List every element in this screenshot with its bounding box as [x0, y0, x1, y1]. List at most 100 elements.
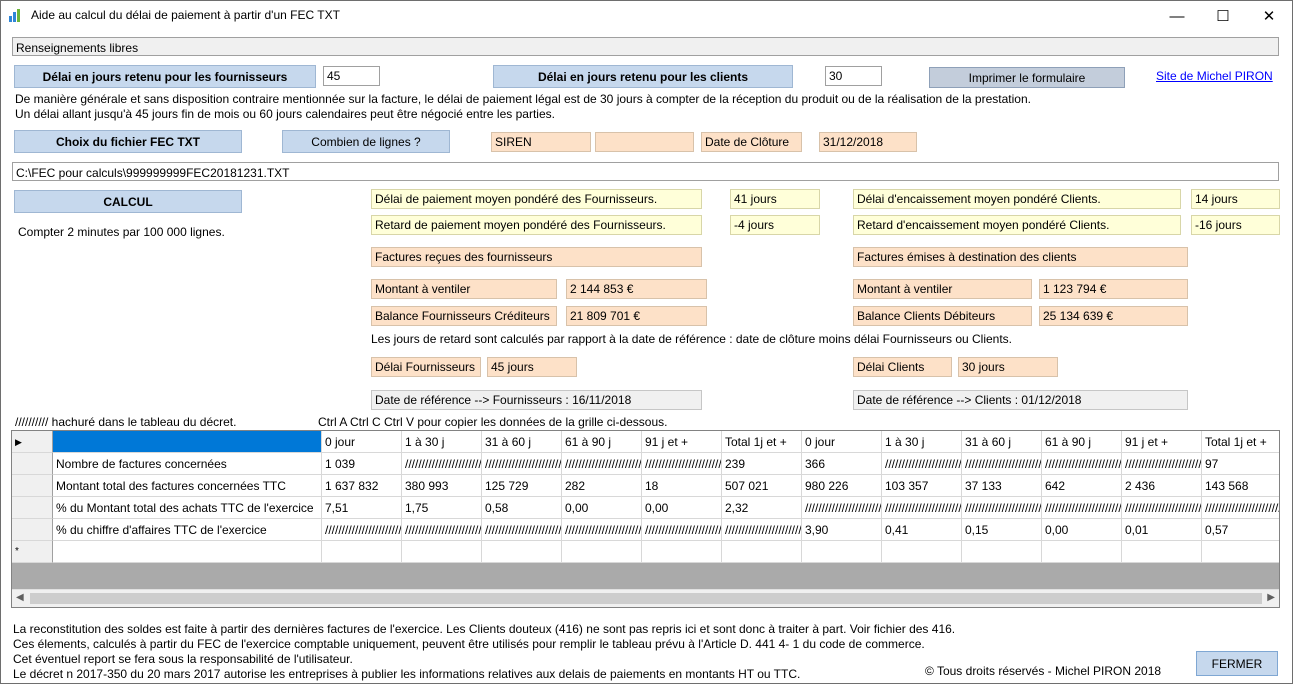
print-form-button[interactable]: Imprimer le formulaire: [929, 67, 1125, 88]
row-header[interactable]: [12, 453, 53, 475]
table-row[interactable]: Montant total des factures concernées TT…: [12, 475, 1279, 497]
table-cell[interactable]: 282: [562, 475, 642, 497]
close-icon[interactable]: ✕: [1246, 1, 1292, 31]
row-label[interactable]: % du Montant total des achats TTC de l'e…: [53, 497, 322, 519]
client-delay-button[interactable]: Délai en jours retenu pour les clients: [493, 65, 793, 88]
table-cell[interactable]: ///////////////////////////////: [482, 453, 562, 475]
scroll-right-icon[interactable]: ▶: [1267, 592, 1275, 603]
table-cell[interactable]: [882, 541, 962, 563]
table-cell[interactable]: ///////////////////////////////: [1042, 453, 1122, 475]
table-cell[interactable]: 0,01: [1122, 519, 1202, 541]
minimize-icon[interactable]: —: [1154, 1, 1200, 31]
table-cell[interactable]: [962, 541, 1042, 563]
row-header[interactable]: [12, 475, 53, 497]
scroll-left-icon[interactable]: ◀: [16, 592, 24, 603]
table-cell[interactable]: 1,75: [402, 497, 482, 519]
table-cell[interactable]: 0,57: [1202, 519, 1279, 541]
table-cell[interactable]: ///////////////////////////////: [1122, 453, 1202, 475]
table-cell[interactable]: 0,00: [1042, 519, 1122, 541]
table-cell[interactable]: [722, 541, 802, 563]
table-cell[interactable]: [1042, 541, 1122, 563]
table-cell[interactable]: [53, 541, 322, 563]
new-row[interactable]: *: [12, 541, 1279, 563]
file-path-field[interactable]: C:\FEC pour calculs\999999999FEC20181231…: [12, 162, 1279, 181]
table-cell[interactable]: ///////////////////////////////: [562, 519, 642, 541]
table-cell[interactable]: ///////////////////////////////: [322, 519, 402, 541]
table-cell[interactable]: ///////////////////////////////: [962, 497, 1042, 519]
choose-file-button[interactable]: Choix du fichier FEC TXT: [14, 130, 242, 153]
table-cell[interactable]: ///////////////////////////////: [1122, 497, 1202, 519]
grid-header-cell[interactable]: 0 jour: [322, 431, 402, 453]
row-label[interactable]: % du chiffre d'affaires TTC de l'exercic…: [53, 519, 322, 541]
supplier-delay-button[interactable]: Délai en jours retenu pour les fournisse…: [14, 65, 316, 88]
row-header[interactable]: [12, 497, 53, 519]
table-cell[interactable]: 980 226: [802, 475, 882, 497]
table-cell[interactable]: [802, 541, 882, 563]
table-cell[interactable]: 97: [1202, 453, 1279, 475]
table-cell[interactable]: ///////////////////////////////: [722, 519, 802, 541]
horizontal-scrollbar[interactable]: ◀ ▶: [12, 589, 1279, 607]
grid-header-cell[interactable]: 91 j et +: [642, 431, 722, 453]
grid-header-cell[interactable]: 0 jour: [802, 431, 882, 453]
table-cell[interactable]: 3,90: [802, 519, 882, 541]
table-cell[interactable]: 642: [1042, 475, 1122, 497]
table-cell[interactable]: 103 357: [882, 475, 962, 497]
table-cell[interactable]: [642, 541, 722, 563]
table-cell[interactable]: 2 436: [1122, 475, 1202, 497]
table-cell[interactable]: 37 133: [962, 475, 1042, 497]
site-link[interactable]: Site de Michel PIRON: [1156, 69, 1273, 83]
grid-header-cell[interactable]: 1 à 30 j: [882, 431, 962, 453]
table-cell[interactable]: ///////////////////////////////: [642, 519, 722, 541]
grid-header-cell[interactable]: Total 1j et +: [1202, 431, 1279, 453]
table-cell[interactable]: 507 021: [722, 475, 802, 497]
table-cell[interactable]: [1202, 541, 1279, 563]
table-cell[interactable]: ///////////////////////////////: [882, 497, 962, 519]
table-cell[interactable]: 7,51: [322, 497, 402, 519]
data-grid[interactable]: ▶ 0 jour 1 à 30 j 31 à 60 j 61 à 90 j 91…: [11, 430, 1280, 608]
table-cell[interactable]: 380 993: [402, 475, 482, 497]
row-header[interactable]: [12, 519, 53, 541]
supplier-delay-input[interactable]: 45: [323, 66, 380, 86]
table-cell[interactable]: ///////////////////////////////: [482, 519, 562, 541]
client-delay-input[interactable]: 30: [825, 66, 882, 86]
table-cell[interactable]: ///////////////////////////////: [642, 453, 722, 475]
grid-header-cell[interactable]: 61 à 90 j: [1042, 431, 1122, 453]
table-cell[interactable]: 143 568: [1202, 475, 1279, 497]
table-cell[interactable]: ///////////////////////////////: [802, 497, 882, 519]
grid-header-cell[interactable]: Total 1j et +: [722, 431, 802, 453]
table-cell[interactable]: 0,58: [482, 497, 562, 519]
table-cell[interactable]: ///////////////////////////////: [562, 453, 642, 475]
table-cell[interactable]: 366: [802, 453, 882, 475]
table-cell[interactable]: [562, 541, 642, 563]
grid-header-corner[interactable]: [53, 431, 322, 453]
row-label[interactable]: Montant total des factures concernées TT…: [53, 475, 322, 497]
table-cell[interactable]: ///////////////////////////////: [1042, 497, 1122, 519]
grid-header-cell[interactable]: 31 à 60 j: [962, 431, 1042, 453]
scrollbar-thumb[interactable]: [30, 593, 1262, 604]
table-cell[interactable]: 2,32: [722, 497, 802, 519]
table-row[interactable]: % du chiffre d'affaires TTC de l'exercic…: [12, 519, 1279, 541]
table-row[interactable]: % du Montant total des achats TTC de l'e…: [12, 497, 1279, 519]
free-info-field[interactable]: Renseignements libres: [12, 37, 1279, 56]
table-cell[interactable]: 1 637 832: [322, 475, 402, 497]
table-cell[interactable]: [402, 541, 482, 563]
table-cell[interactable]: ///////////////////////////////: [882, 453, 962, 475]
table-cell[interactable]: 1 039: [322, 453, 402, 475]
table-cell[interactable]: 0,00: [562, 497, 642, 519]
maximize-icon[interactable]: ☐: [1200, 1, 1246, 31]
table-cell[interactable]: ///////////////////////////////: [962, 453, 1042, 475]
table-cell[interactable]: ///////////////////////////////: [1202, 497, 1279, 519]
close-button[interactable]: FERMER: [1196, 651, 1278, 676]
table-cell[interactable]: [482, 541, 562, 563]
row-label[interactable]: Nombre de factures concernées: [53, 453, 322, 475]
table-cell[interactable]: 125 729: [482, 475, 562, 497]
table-cell[interactable]: ///////////////////////////////: [402, 519, 482, 541]
table-cell[interactable]: 0,00: [642, 497, 722, 519]
table-cell[interactable]: 239: [722, 453, 802, 475]
calcul-button[interactable]: CALCUL: [14, 190, 242, 213]
table-cell[interactable]: 18: [642, 475, 722, 497]
table-cell[interactable]: [322, 541, 402, 563]
grid-header-cell[interactable]: 31 à 60 j: [482, 431, 562, 453]
grid-header-cell[interactable]: 1 à 30 j: [402, 431, 482, 453]
grid-header-cell[interactable]: 61 à 90 j: [562, 431, 642, 453]
